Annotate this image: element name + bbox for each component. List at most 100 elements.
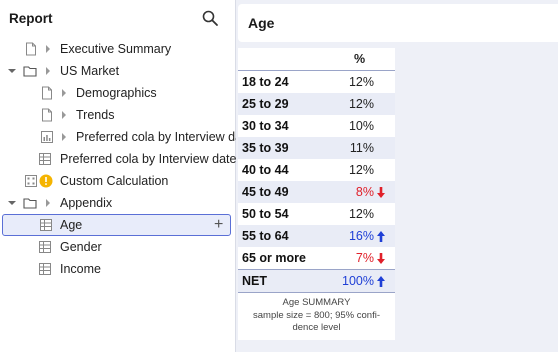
tree-item-demographics[interactable]: Demographics: [0, 82, 236, 104]
row-label: 50 to 54: [242, 207, 289, 221]
folder-icon: [23, 66, 37, 77]
row-label: 18 to 24: [242, 75, 289, 89]
chevron-down-icon[interactable]: [6, 65, 18, 77]
table-icon: [39, 153, 51, 165]
tree-item-preferred-cola-chart[interactable]: Preferred cola by Interview date: [0, 126, 236, 148]
tree-item-preferred-cola-table[interactable]: Preferred cola by Interview date: [0, 148, 236, 170]
report-tree: Executive Summary US Market Demographics…: [0, 38, 236, 280]
tree-item-label: Gender: [60, 240, 102, 254]
table-icon: [39, 241, 51, 253]
folder-icon: [23, 198, 37, 209]
summary-table-card: % 18 to 24 12% 25 to 29 12% 30 to 34 10% 35 to…: [238, 48, 395, 340]
table-row: 65 or more 7%: [238, 247, 395, 270]
row-label: 40 to 44: [242, 163, 289, 177]
row-value-cell: 12%: [324, 93, 395, 115]
row-value: 10%: [348, 119, 374, 133]
chevron-right-icon[interactable]: [58, 131, 70, 143]
tree-item-label: Appendix: [60, 196, 113, 210]
page-icon: [42, 86, 52, 100]
tree-item-appendix[interactable]: Appendix: [0, 192, 236, 214]
table-row: 50 to 54 12%: [238, 203, 395, 225]
tree-item-age[interactable]: Age +: [2, 214, 231, 236]
table-row: 55 to 64 16%: [238, 225, 395, 247]
summary-table: % 18 to 24 12% 25 to 29 12% 30 to 34 10% 35 to…: [238, 48, 395, 293]
table-row: 45 to 49 8%: [238, 181, 395, 203]
row-value: 7%: [355, 251, 374, 265]
tree-item-label: Preferred cola by Interview date: [76, 130, 236, 144]
calculator-icon: [25, 175, 37, 187]
warning-icon: [39, 174, 53, 188]
chevron-right-icon[interactable]: [42, 43, 54, 55]
tree-item-label: US Market: [60, 64, 120, 78]
table-body: 18 to 24 12% 25 to 29 12% 30 to 34 10% 35 to 3…: [238, 71, 395, 293]
tree-item-label: Executive Summary: [60, 42, 172, 56]
tree-item-label: Age: [60, 218, 83, 232]
row-value-cell: 8%: [324, 181, 395, 203]
row-value: 12%: [348, 75, 374, 89]
row-label: 55 to 64: [238, 225, 324, 247]
arrow-up-icon: [377, 231, 385, 242]
page-icon: [26, 42, 36, 56]
sidebar-title: Report: [9, 11, 53, 26]
sidebar: Report Executive Summary US Market Demog…: [0, 0, 236, 352]
tree-item-trends[interactable]: Trends: [0, 104, 236, 126]
row-value-cell: 100%: [324, 269, 395, 293]
tree-item-income[interactable]: Income: [0, 258, 236, 280]
tree-item-label: Income: [60, 262, 101, 276]
chart-icon: [41, 131, 53, 143]
row-value-cell: 12%: [324, 159, 395, 181]
table-icon: [39, 263, 51, 275]
table-row: 35 to 39 11%: [238, 137, 395, 159]
row-value: 8%: [355, 185, 374, 199]
chevron-right-icon[interactable]: [58, 109, 70, 121]
table-row: 18 to 24 12%: [238, 71, 395, 94]
footnote-detail: sample size = 800; 95% confi-: [253, 309, 380, 321]
tree-item-gender[interactable]: Gender: [0, 236, 236, 258]
arrow-down-icon: [377, 187, 385, 198]
chevron-right-icon[interactable]: [42, 65, 54, 77]
row-value: 11%: [349, 141, 374, 155]
table-row: NET 100%: [238, 269, 395, 293]
table-row: 25 to 29 12%: [238, 93, 395, 115]
row-label: NET: [238, 269, 324, 293]
row-label: 30 to 34: [242, 119, 289, 133]
tree-item-custom-calculation[interactable]: Custom Calculation: [0, 170, 236, 192]
chevron-right-icon[interactable]: [58, 87, 70, 99]
tree-item-label: Custom Calculation: [60, 174, 169, 188]
row-value-cell: 16%: [324, 225, 395, 247]
table-row: 30 to 34 10%: [238, 115, 395, 137]
chevron-down-icon[interactable]: [6, 197, 18, 209]
add-item-button[interactable]: +: [214, 215, 223, 235]
row-value-cell: 12%: [324, 203, 395, 225]
page-icon: [42, 108, 52, 122]
arrow-down-icon: [377, 253, 385, 264]
page-title: Age: [248, 15, 275, 31]
tree-item-label: Demographics: [76, 86, 157, 100]
page-header: Age: [238, 4, 558, 42]
tree-item-label: Trends: [76, 108, 115, 122]
row-header-column: [238, 48, 324, 71]
search-icon[interactable]: [201, 9, 219, 27]
tree-item-label: Preferred cola by Interview date: [60, 152, 236, 166]
footnote-title: Age SUMMARY: [282, 297, 351, 308]
table-row: 40 to 44 12%: [238, 159, 395, 181]
row-value: 12%: [348, 207, 374, 221]
row-value: 16%: [348, 229, 374, 243]
tree-item-us-market[interactable]: US Market: [0, 60, 236, 82]
row-label: 25 to 29: [238, 93, 324, 115]
tree-item-executive-summary[interactable]: Executive Summary: [0, 38, 236, 60]
row-value: 100%: [342, 274, 374, 288]
row-value-cell: 7%: [324, 247, 395, 270]
row-label: 35 to 39: [238, 137, 324, 159]
sidebar-header: Report: [0, 0, 235, 38]
row-label: 65 or more: [242, 251, 306, 265]
row-value-cell: 12%: [324, 71, 395, 94]
arrow-up-icon: [377, 276, 385, 287]
row-value-cell: 10%: [324, 115, 395, 137]
row-label: 45 to 49: [238, 181, 324, 203]
table-footnote: Age SUMMARY sample size = 800; 95% confi…: [238, 293, 395, 335]
column-header-percent: %: [324, 48, 395, 71]
chevron-right-icon[interactable]: [42, 197, 54, 209]
row-value: 12%: [348, 97, 374, 111]
row-value-cell: 11%: [324, 137, 395, 159]
